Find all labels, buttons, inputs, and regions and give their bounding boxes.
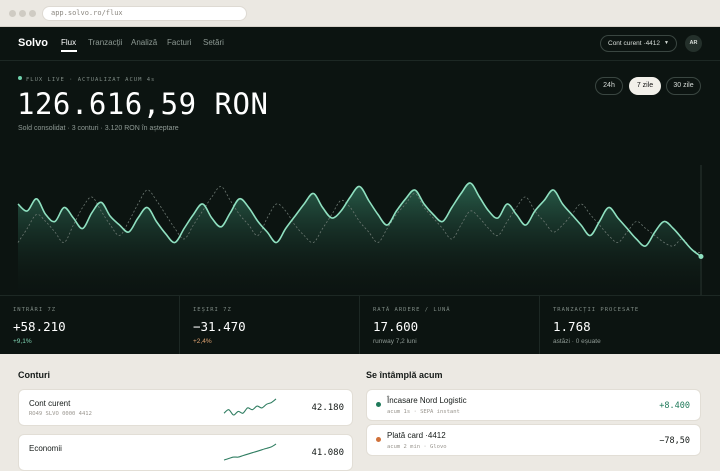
consolidated-balance: 126.616,59 RON: [17, 87, 269, 121]
chevron-down-icon: ▼: [664, 40, 669, 46]
app-dashboard: Solvo Flux Tranzacții Analiză Facturi Se…: [0, 27, 720, 354]
stat-value: +58.210: [13, 319, 66, 334]
account-card-economii[interactable]: Economii 41.080: [18, 434, 353, 471]
series-area-fill: [18, 182, 701, 295]
logo[interactable]: Solvo: [18, 37, 48, 49]
event-title: Încasare Nord Logistic: [387, 396, 467, 405]
live-label: FLUX LIVE · ACTUALIZAT ACUM 4s: [26, 77, 156, 83]
account-select-label: Cont curent ·4412: [608, 40, 661, 47]
window-minimize-dot[interactable]: [19, 10, 26, 17]
series-end-point[interactable]: [698, 254, 704, 259]
nav-item-analiza[interactable]: Analiză: [131, 38, 157, 47]
account-name: Cont curent: [29, 399, 71, 408]
nav-item-setari[interactable]: Setări: [203, 38, 224, 47]
status-dot-icon: [376, 402, 381, 407]
stat-delta: +2,4%: [193, 338, 212, 345]
stat-label: RATĂ ARDERE / LUNĂ: [373, 307, 451, 313]
stat-sub: astăzi · 0 eșuate: [553, 338, 601, 345]
stat-label: INTRĂRI 7Z: [13, 307, 57, 313]
window-maximize-dot[interactable]: [29, 10, 36, 17]
stat-delta: +9,1%: [13, 338, 32, 345]
sparkline-path: [223, 398, 277, 416]
top-nav: Solvo Flux Tranzacții Analiză Facturi Se…: [0, 27, 720, 61]
stat-transactions: TRANZACȚII PROCESATE 1.768 astăzi · 0 eș…: [540, 296, 720, 354]
stat-label: TRANZACȚII PROCESATE: [553, 307, 640, 313]
account-select[interactable]: Cont curent ·4412 ▼: [600, 35, 677, 52]
events-title: Se întâmplă acum: [366, 370, 443, 380]
accounts-title: Conturi: [18, 370, 50, 380]
stat-burn-rate: RATĂ ARDERE / LUNĂ 17.600 runway 7,2 lun…: [360, 296, 540, 354]
window-close-dot[interactable]: [9, 10, 16, 17]
stat-value: 1.768: [553, 319, 591, 334]
url-bar[interactable]: app.solvo.ro/flux: [42, 6, 247, 21]
avatar[interactable]: AR: [685, 35, 702, 52]
stat-value: −31.470: [193, 319, 246, 334]
event-item-plata-card[interactable]: Plată card ·4412 acum 2 min · Glovo −78,…: [366, 424, 701, 456]
stat-outflows: IEȘIRI 7Z −31.470 +2,4%: [180, 296, 360, 354]
status-dot-icon: [376, 437, 381, 442]
stat-label: IEȘIRI 7Z: [193, 307, 232, 313]
account-iban: RO49 SLVO 0000 4412: [29, 411, 92, 417]
account-card-cont-curent[interactable]: Cont curent RO49 SLVO 0000 4412 42.180: [18, 389, 353, 426]
stat-value: 17.600: [373, 319, 419, 334]
live-dot-icon: [18, 76, 22, 80]
event-item-incasare[interactable]: Încasare Nord Logistic acum 1s · SEPA in…: [366, 389, 701, 421]
range-button-24h[interactable]: 24h: [595, 77, 623, 95]
nav-item-facturi[interactable]: Facturi: [167, 38, 191, 47]
range-button-7-zile[interactable]: 7 zile: [629, 77, 661, 95]
browser-chrome: app.solvo.ro/flux: [0, 0, 720, 27]
account-amount: 42.180: [311, 403, 344, 413]
event-amount: +8.400: [659, 401, 690, 411]
event-title: Plată card ·4412: [387, 431, 446, 440]
account-sparkline: [223, 443, 277, 461]
sparkline-path: [223, 443, 277, 461]
nav-active-underline: [61, 50, 77, 52]
stat-inflows: INTRĂRI 7Z +58.210 +9,1%: [0, 296, 180, 354]
range-button-30-zile[interactable]: 30 zile: [666, 77, 701, 95]
stat-sub: runway 7,2 luni: [373, 338, 417, 345]
event-subtitle: acum 2 min · Glovo: [387, 444, 447, 450]
nav-item-flux[interactable]: Flux: [61, 38, 76, 47]
event-amount: −78,50: [659, 436, 690, 446]
balance-subline: Sold consolidat · 3 conturi · 3.120 RON …: [18, 125, 179, 132]
flow-chart: [17, 165, 704, 295]
account-sparkline: [223, 398, 277, 416]
event-subtitle: acum 1s · SEPA instant: [387, 409, 460, 415]
live-indicator: FLUX LIVE · ACTUALIZAT ACUM 4s: [18, 76, 155, 83]
account-name: Economii: [29, 444, 62, 453]
stats-row: INTRĂRI 7Z +58.210 +9,1% IEȘIRI 7Z −31.4…: [0, 295, 720, 354]
nav-item-tranzactii[interactable]: Tranzacții: [88, 38, 122, 47]
lower-section: Conturi Cont curent RO49 SLVO 0000 4412 …: [0, 354, 720, 471]
